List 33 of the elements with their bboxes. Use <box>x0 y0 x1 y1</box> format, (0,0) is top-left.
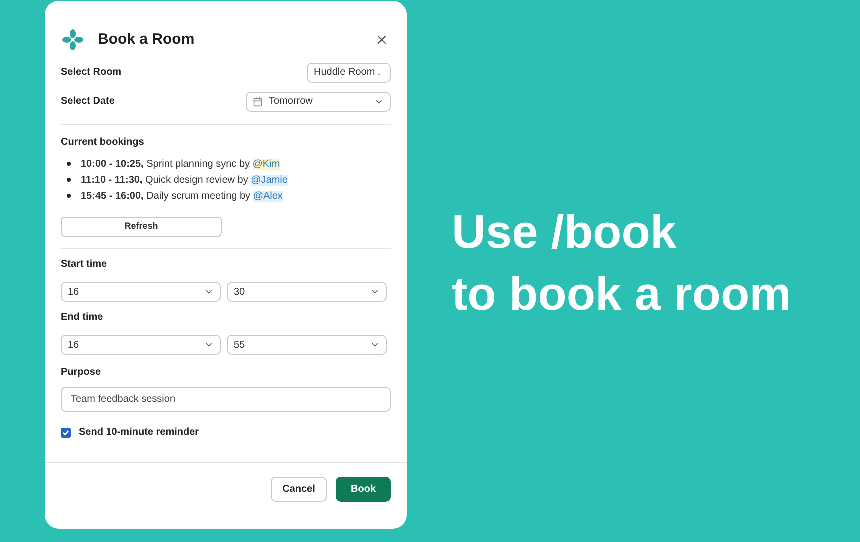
dropdown[interactable]: Huddle Room . <box>307 62 391 82</box>
booking-text: 11:10 - 11:30, Quick design review by @Jamie <box>81 174 288 188</box>
field-label: Select Date <box>61 95 115 109</box>
bullet-icon <box>67 178 71 182</box>
dropdown[interactable]: 16 <box>61 335 221 355</box>
dropdown[interactable]: 55 <box>227 335 387 355</box>
user-mention[interactable]: @Jamie <box>251 174 288 186</box>
purpose-field[interactable]: Team feedback session <box>61 387 391 412</box>
checkbox[interactable] <box>61 428 71 438</box>
book-button[interactable]: Book <box>336 477 391 502</box>
cancel-button[interactable]: Cancel <box>271 477 327 502</box>
logo-icon <box>62 29 84 51</box>
user-mention[interactable]: @Alex <box>253 190 283 202</box>
field-label: Start time <box>61 258 108 272</box>
headline-text: Use /book <box>452 204 678 260</box>
field-label: Select Room <box>61 66 122 80</box>
headline-text: to book a room <box>452 266 792 322</box>
dropdown[interactable]: 16 <box>61 282 221 302</box>
dropdown[interactable]: 30 <box>227 282 387 302</box>
field-label: Purpose <box>61 366 102 380</box>
bullet-icon <box>67 194 71 198</box>
booking-text: 10:00 - 10:25, Sprint planning sync by @Kim <box>81 158 280 172</box>
dialog-title: Book a Room <box>98 30 196 50</box>
section-heading: Current bookings <box>61 136 146 150</box>
close-icon[interactable] <box>375 33 389 47</box>
field-label: End time <box>61 311 104 325</box>
checkbox-label: Send 10-minute reminder <box>79 426 200 440</box>
refresh-button[interactable]: Refresh <box>61 217 222 237</box>
booking-text: 15:45 - 16:00, Daily scrum meeting by @Alex <box>81 190 283 204</box>
dropdown[interactable]: Tomorrow <box>246 92 391 112</box>
user-mention[interactable]: @Kim <box>252 158 280 170</box>
calendar-icon <box>253 96 263 106</box>
bullet-icon <box>67 162 71 166</box>
